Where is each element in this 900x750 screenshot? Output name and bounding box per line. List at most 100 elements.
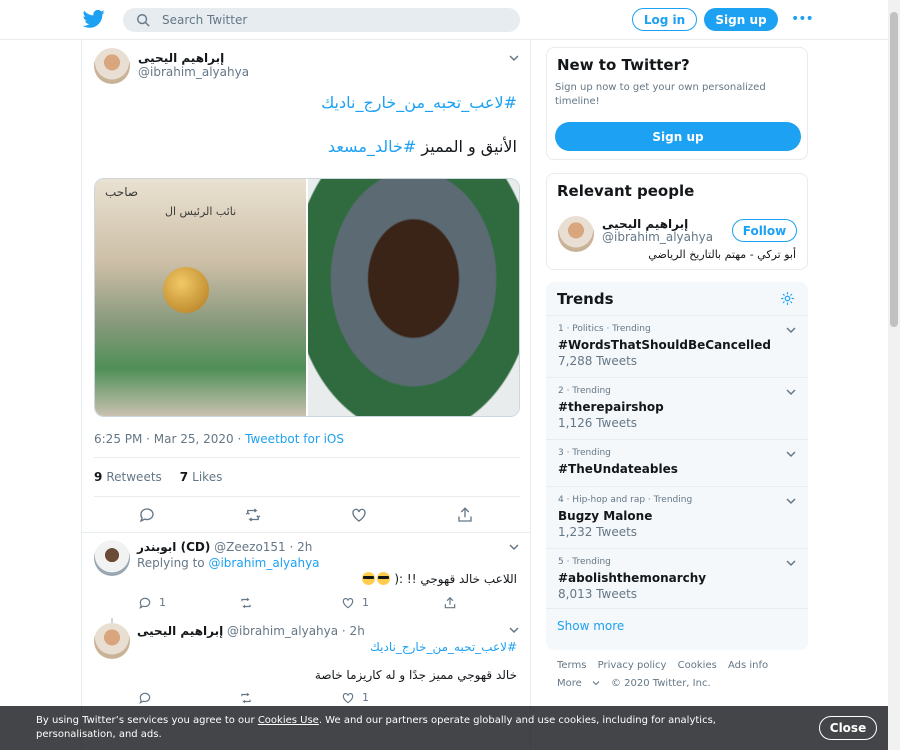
top-bar: Log in Sign up ••• (0, 0, 888, 40)
tweet-source-link[interactable]: Tweetbot for iOS (245, 432, 344, 446)
chevron-down-icon[interactable] (786, 497, 796, 505)
trend-count: 1,126 Tweets (558, 416, 638, 430)
search-input[interactable] (162, 13, 482, 27)
trend-name: #abolishthemonarchy (558, 571, 707, 585)
reply-author-handle[interactable]: @Zeezo151 · 2h (214, 540, 312, 554)
footer-link-cookies[interactable]: Cookies (678, 660, 717, 671)
replying-to: Replying to @ibrahim_alyahya (137, 556, 320, 570)
likes-stat[interactable]: 7 Likes (180, 470, 223, 484)
share-icon[interactable] (443, 595, 457, 609)
new-to-twitter-subtitle: Sign up now to get your own personalized… (555, 82, 766, 107)
chevron-down-icon[interactable] (509, 626, 519, 634)
trend-item[interactable]: 3 · Trending #TheUndateables (546, 440, 808, 487)
cookie-text: By using Twitter’s services you agree to… (36, 714, 796, 742)
copyright: © 2020 Twitter, Inc. (610, 678, 711, 689)
retweets-stat[interactable]: 9 Retweets (94, 470, 162, 484)
signup-button[interactable]: Sign up (704, 8, 778, 31)
footer-link-ads-info[interactable]: Ads info (728, 660, 768, 671)
photo-trophy-ceremony[interactable]: صاحب نائب الرئيس ال (95, 179, 306, 416)
like-icon[interactable] (341, 690, 355, 704)
reply-icon[interactable] (138, 595, 152, 609)
likes-count: 7 (179, 470, 189, 484)
avatar[interactable] (94, 623, 130, 659)
footer-more-link[interactable]: More (557, 678, 600, 689)
cookie-close-button[interactable]: Close (819, 716, 877, 740)
person-name[interactable]: إبراهيم اليحيى (602, 217, 688, 231)
relevant-people-title: Relevant people (557, 182, 695, 200)
trend-item[interactable]: 2 · Trending #therepairshop 1,126 Tweets (546, 378, 808, 440)
scrollbar-thumb[interactable] (890, 12, 898, 327)
trend-item[interactable]: 1 · Politics · Trending #WordsThatShould… (546, 316, 808, 378)
search-box[interactable] (123, 8, 520, 32)
twitter-logo-icon[interactable] (83, 9, 105, 29)
trend-item[interactable]: 4 · Hip-hop and rap · Trending Bugzy Mal… (546, 487, 808, 549)
trophy-ball (163, 267, 209, 313)
trend-name: #TheUndateables (558, 462, 678, 476)
tweet-text-line2: الأنيق و المميز #خالد_مسعد (328, 137, 517, 156)
new-to-twitter-card: New to Twitter? Sign up now to get your … (546, 47, 808, 160)
retweet-icon[interactable] (244, 506, 262, 524)
author-name[interactable]: إبراهيم اليحيى (138, 51, 224, 65)
footer-links: Terms Privacy policy Cookies Ads info (557, 660, 776, 671)
chevron-down-icon[interactable] (509, 54, 519, 62)
replying-to-handle[interactable]: @ibrahim_alyahya (208, 556, 319, 570)
avatar[interactable] (94, 48, 130, 84)
reply-author-name[interactable]: (CD) ابوبندر (137, 540, 210, 554)
avatar[interactable] (558, 216, 594, 252)
trend-context: 1 · Politics · Trending (558, 324, 651, 334)
person-handle[interactable]: @ibrahim_alyahya (602, 230, 713, 244)
reply-1-text: اللاعب خالد قهوجي !! :( (361, 572, 517, 586)
scrollbar[interactable] (888, 0, 900, 750)
avatar[interactable] (94, 540, 130, 576)
cookie-text-before: By using Twitter’s services you agree to… (36, 715, 258, 726)
trend-name: Bugzy Malone (558, 509, 653, 523)
tweet-media[interactable]: صاحب نائب الرئيس ال (94, 178, 520, 417)
login-button[interactable]: Log in (632, 8, 697, 31)
chevron-down-icon[interactable] (786, 326, 796, 334)
cookies-use-link[interactable]: Cookies Use (258, 715, 319, 726)
retweet-icon[interactable] (239, 690, 253, 704)
tweet-time[interactable]: 6:25 PM · Mar 25, 2020 · (94, 432, 245, 446)
reply-icon[interactable] (138, 506, 156, 524)
chevron-down-icon (592, 681, 600, 686)
reply-author-handle[interactable]: @ibrahim_alyahya · 2h (227, 624, 365, 638)
search-icon (137, 14, 150, 27)
tweet-text: الأنيق و المميز (421, 137, 517, 156)
photo-sign-text: صاحب (105, 185, 139, 199)
reply-author-name[interactable]: إبراهيم اليحيى (137, 624, 223, 638)
chevron-down-icon[interactable] (786, 450, 796, 458)
share-icon[interactable] (456, 506, 474, 524)
chevron-down-icon[interactable] (786, 388, 796, 396)
sunglasses-emoji-icon (376, 572, 390, 585)
retweet-icon[interactable] (239, 595, 253, 609)
tweet-hashtag-2[interactable]: #خالد_مسعد (328, 137, 416, 156)
trend-count: 7,288 Tweets (558, 354, 638, 368)
photo-player-portrait[interactable] (308, 179, 519, 416)
author-handle[interactable]: @ibrahim_alyahya (138, 65, 249, 79)
show-more-link[interactable]: Show more (557, 619, 624, 633)
person-bio: أبو تركي - مهتم بالتاريخ الرياضي (648, 248, 796, 261)
reply-hashtag[interactable]: #لاعب_تحبه_من_خارج_ناديك (370, 640, 517, 654)
new-to-twitter-title: New to Twitter? (557, 56, 690, 74)
more-menu-icon[interactable]: ••• (791, 12, 814, 27)
like-icon[interactable] (350, 506, 368, 524)
footer-link-privacy[interactable]: Privacy policy (598, 660, 667, 671)
page: Log in Sign up ••• إبراهيم اليحيى @ibrah… (0, 0, 900, 750)
reply-count: 1 (159, 596, 166, 609)
relevant-people-card: Relevant people إبراهيم اليحيى @ibrahim_… (546, 173, 808, 270)
gear-icon[interactable] (780, 291, 795, 306)
divider (82, 532, 530, 533)
signup-button[interactable]: Sign up (555, 122, 801, 151)
trend-count: 1,232 Tweets (558, 525, 638, 539)
tweet-hashtag-1[interactable]: #لاعب_تحبه_من_خارج_ناديك (321, 93, 517, 112)
reply-icon[interactable] (138, 690, 152, 704)
trend-item[interactable]: 5 · Trending #abolishthemonarchy 8,013 T… (546, 549, 808, 609)
like-icon[interactable] (341, 595, 355, 609)
chevron-down-icon[interactable] (786, 559, 796, 567)
follow-button[interactable]: Follow (732, 219, 797, 242)
footer-more-label: More (557, 678, 582, 689)
chevron-down-icon[interactable] (509, 543, 519, 551)
trend-count: 8,013 Tweets (558, 587, 638, 601)
reply-1-header: (CD) ابوبندر @Zeezo151 · 2h (137, 540, 312, 554)
footer-link-terms[interactable]: Terms (557, 660, 586, 671)
